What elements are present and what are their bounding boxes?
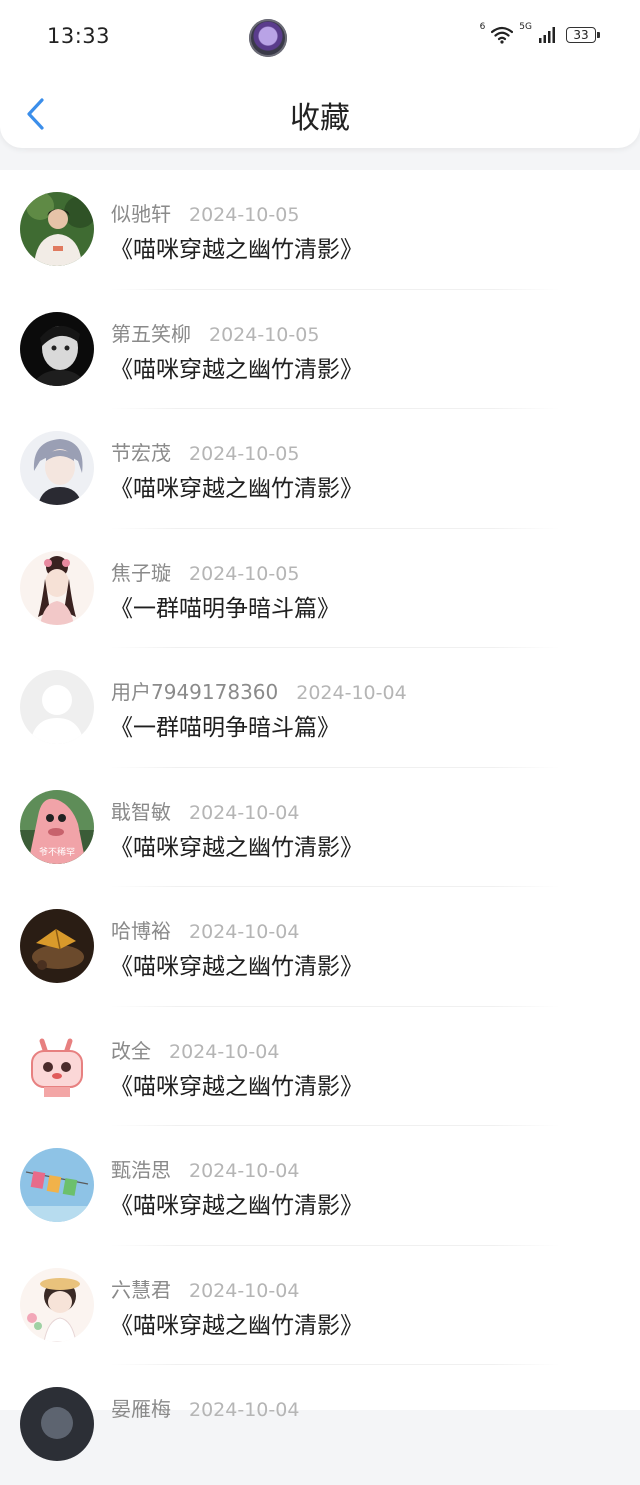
item-meta: 晏雁梅 2024-10-04 — [111, 1393, 299, 1422]
date: 2024-10-05 — [189, 562, 300, 585]
favorites-list: 似驰轩 2024-10-05 《喵咪穿越之幽竹清影》 第五笑柳 2024-10-… — [0, 170, 640, 1461]
item-meta: 哈博裕 2024-10-04 — [111, 915, 299, 944]
wifi-tag: 6 — [479, 22, 486, 32]
user-name: 六慧君 — [111, 1277, 171, 1302]
list-item[interactable]: 用户7949178360 2024-10-04 《一群喵明争暗斗篇》 — [0, 648, 640, 768]
list-item[interactable]: 似驰轩 2024-10-05 《喵咪穿越之幽竹清影》 — [0, 170, 640, 290]
item-meta: 六慧君 2024-10-04 — [111, 1274, 299, 1303]
user-name: 晏雁梅 — [111, 1397, 171, 1421]
list-item[interactable]: 甄浩思 2024-10-04 《喵咪穿越之幽竹清影》 — [0, 1126, 640, 1246]
date: 2024-10-04 — [189, 1160, 300, 1182]
item-meta: 似驰轩 2024-10-05 — [111, 198, 299, 227]
user-name: 哈博裕 — [111, 919, 171, 943]
avatar[interactable] — [20, 1148, 94, 1222]
book-title[interactable]: 《一群喵明争暗斗篇》 — [110, 708, 340, 742]
list-item[interactable]: 爷不稀罕 戢智敏 2024-10-04 《喵咪穿越之幽竹清影》 — [0, 768, 640, 887]
book-title[interactable]: 《喵咪穿越之幽竹清影》 — [110, 1186, 363, 1220]
book-title[interactable]: 《喵咪穿越之幽竹清影》 — [110, 947, 363, 981]
avatar[interactable] — [20, 311, 94, 386]
item-meta: 改全 2024-10-04 — [111, 1035, 279, 1064]
avatar[interactable]: 爷不稀罕 — [20, 789, 94, 864]
avatar[interactable] — [20, 909, 94, 983]
date: 2024-10-05 — [209, 323, 320, 346]
item-meta: 用户7949178360 2024-10-04 — [111, 676, 407, 705]
item-meta: 节宏茂 2024-10-05 — [111, 437, 299, 466]
book-title[interactable]: 《一群喵明争暗斗篇》 — [110, 589, 340, 623]
list-item[interactable]: 六慧君 2024-10-04 《喵咪穿越之幽竹清影》 — [0, 1246, 640, 1365]
date: 2024-10-04 — [296, 682, 407, 704]
date: 2024-10-04 — [169, 1040, 280, 1063]
avatar[interactable] — [20, 431, 94, 505]
list-item[interactable]: 改全 2024-10-04 《喵咪穿越之幽竹清影》 — [0, 1007, 640, 1126]
avatar[interactable] — [20, 1387, 94, 1461]
user-name: 焦子璇 — [111, 560, 171, 585]
date: 2024-10-04 — [189, 801, 300, 824]
date: 2024-10-05 — [189, 204, 300, 226]
list-item[interactable]: 节宏茂 2024-10-05 《喵咪穿越之幽竹清影》 — [0, 409, 640, 529]
battery-icon: 33 — [566, 27, 600, 43]
user-name: 节宏茂 — [111, 441, 171, 465]
avatar[interactable] — [20, 1028, 94, 1103]
user-name: 甄浩思 — [111, 1158, 171, 1182]
signal-icon — [539, 27, 555, 43]
book-title[interactable]: 《喵咪穿越之幽竹清影》 — [110, 350, 363, 384]
app-notification-icon — [249, 19, 287, 57]
avatar[interactable] — [20, 192, 94, 266]
item-meta: 甄浩思 2024-10-04 — [111, 1154, 299, 1183]
item-meta: 焦子璇 2024-10-05 — [111, 557, 299, 586]
avatar[interactable] — [20, 1267, 94, 1342]
date: 2024-10-04 — [189, 1279, 300, 1302]
avatar-caption: 爷不稀罕 — [38, 847, 75, 858]
network-gen-tag: 5G — [519, 22, 532, 32]
page-title: 收藏 — [290, 101, 350, 136]
user-name: 第五笑柳 — [111, 321, 191, 346]
user-name: 似驰轩 — [111, 202, 171, 226]
book-title[interactable]: 《喵咪穿越之幽竹清影》 — [110, 230, 363, 264]
wifi-icon — [491, 26, 514, 44]
avatar[interactable] — [20, 670, 94, 744]
user-name: 改全 — [111, 1038, 151, 1063]
user-name: 用户7949178360 — [111, 680, 279, 704]
item-meta: 戢智敏 2024-10-04 — [111, 796, 299, 825]
list-item[interactable]: 第五笑柳 2024-10-05 《喵咪穿越之幽竹清影》 — [0, 290, 640, 409]
list-item[interactable]: 晏雁梅 2024-10-04 — [0, 1365, 640, 1485]
status-time: 13:33 — [47, 24, 111, 48]
book-title[interactable]: 《喵咪穿越之幽竹清影》 — [110, 828, 363, 862]
battery-level: 33 — [573, 28, 589, 42]
book-title[interactable]: 《喵咪穿越之幽竹清影》 — [110, 1067, 363, 1101]
date: 2024-10-05 — [189, 443, 300, 465]
avatar[interactable] — [20, 550, 94, 625]
date: 2024-10-04 — [189, 921, 300, 943]
book-title[interactable]: 《喵咪穿越之幽竹清影》 — [110, 1306, 363, 1340]
user-name: 戢智敏 — [111, 799, 171, 824]
list-item[interactable]: 焦子璇 2024-10-05 《一群喵明争暗斗篇》 — [0, 529, 640, 648]
status-indicators: 6 5G 33 — [480, 22, 600, 44]
app-header: 13:33 6 5G 33 收藏 — [0, 0, 640, 148]
date: 2024-10-04 — [189, 1399, 300, 1421]
book-title[interactable]: 《喵咪穿越之幽竹清影》 — [110, 469, 363, 503]
item-meta: 第五笑柳 2024-10-05 — [111, 318, 319, 347]
list-item[interactable]: 哈博裕 2024-10-04 《喵咪穿越之幽竹清影》 — [0, 887, 640, 1007]
